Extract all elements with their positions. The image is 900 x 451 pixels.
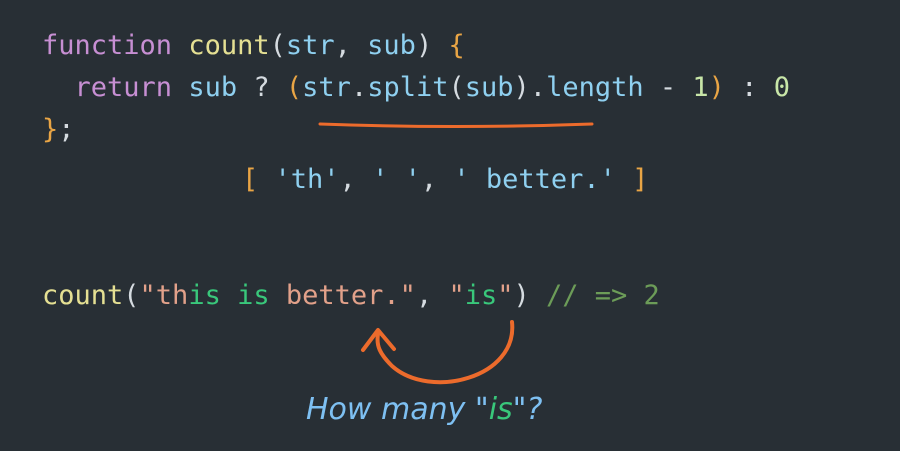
annotation-highlight-is: is <box>488 392 513 427</box>
split-underline <box>318 122 594 128</box>
annotation-overlay <box>318 122 594 385</box>
curved-arrow <box>375 320 515 385</box>
handwritten-annotation: How many "is"? <box>306 392 543 427</box>
